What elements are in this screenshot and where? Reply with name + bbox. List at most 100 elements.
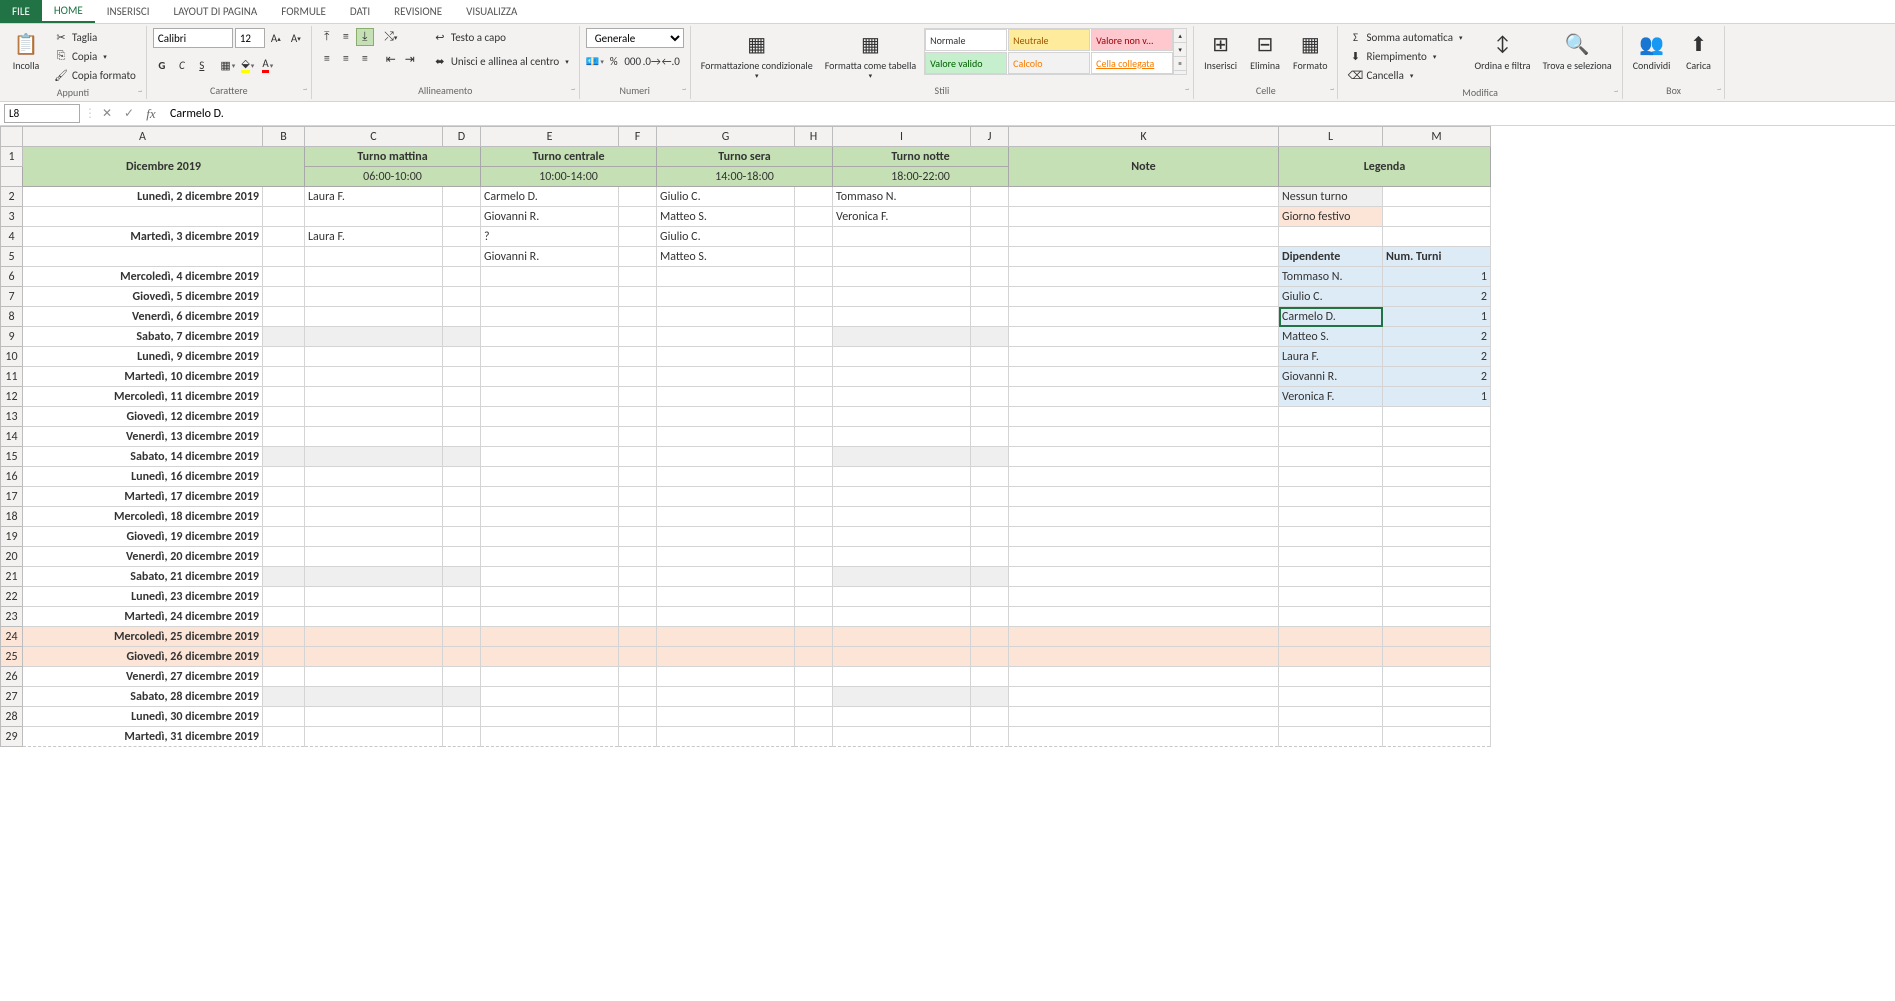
date-cell[interactable]: Martedì, 31 dicembre 2019 xyxy=(23,727,263,747)
legend-cell[interactable] xyxy=(1279,467,1383,487)
legend-cell[interactable] xyxy=(1383,447,1491,467)
cell[interactable] xyxy=(305,547,443,567)
cell[interactable] xyxy=(971,667,1009,687)
date-cell[interactable]: Lunedì, 2 dicembre 2019 xyxy=(23,187,263,207)
cell[interactable] xyxy=(657,307,795,327)
select-all-corner[interactable] xyxy=(1,127,23,147)
cell[interactable] xyxy=(1009,567,1279,587)
cell[interactable] xyxy=(263,347,305,367)
tab-insert[interactable]: INSERISCI xyxy=(95,0,162,23)
upload-button[interactable]: ⬆Carica xyxy=(1678,28,1718,73)
table-row[interactable]: 10Lunedì, 9 dicembre 2019Laura F.2 xyxy=(1,347,1491,367)
style-normale[interactable]: Normale xyxy=(925,29,1007,51)
cell[interactable] xyxy=(263,567,305,587)
legend-cell[interactable] xyxy=(1279,687,1383,707)
tab-home[interactable]: HOME xyxy=(42,0,95,23)
date-cell[interactable] xyxy=(23,207,263,227)
cell[interactable] xyxy=(305,687,443,707)
legend-cell[interactable]: 2 xyxy=(1383,367,1491,387)
cell[interactable] xyxy=(619,387,657,407)
cell[interactable] xyxy=(619,207,657,227)
increase-font-button[interactable]: A▴ xyxy=(267,29,285,47)
column-headers[interactable]: A B C D E F G H I J K L M xyxy=(1,127,1491,147)
cell[interactable] xyxy=(443,647,481,667)
cell[interactable] xyxy=(971,287,1009,307)
table-row[interactable]: 17Martedì, 17 dicembre 2019 xyxy=(1,487,1491,507)
cell[interactable] xyxy=(795,507,833,527)
table-row[interactable]: 16Lunedì, 16 dicembre 2019 xyxy=(1,467,1491,487)
legend-cell[interactable]: 2 xyxy=(1383,287,1491,307)
cell[interactable] xyxy=(305,727,443,747)
cell[interactable] xyxy=(657,547,795,567)
cell[interactable] xyxy=(657,267,795,287)
cell[interactable] xyxy=(833,567,971,587)
cell[interactable] xyxy=(1009,247,1279,267)
conditional-format-button[interactable]: ▦ Formattazione condizionale▾ xyxy=(697,28,817,82)
cell[interactable] xyxy=(795,667,833,687)
cell[interactable] xyxy=(1009,327,1279,347)
fill-button[interactable]: ⬇Riempimento▾ xyxy=(1344,47,1466,65)
cell[interactable] xyxy=(619,327,657,347)
cell[interactable] xyxy=(795,347,833,367)
cell[interactable] xyxy=(443,447,481,467)
align-left-button[interactable]: ≡ xyxy=(318,50,336,68)
cell[interactable] xyxy=(263,507,305,527)
cell[interactable] xyxy=(657,647,795,667)
cell[interactable] xyxy=(263,327,305,347)
cell[interactable] xyxy=(971,447,1009,467)
table-row[interactable]: 9Sabato, 7 dicembre 2019Matteo S.2 xyxy=(1,327,1491,347)
cell[interactable] xyxy=(833,347,971,367)
legend-cell[interactable] xyxy=(1383,687,1491,707)
comma-format-button[interactable]: 000 xyxy=(624,52,642,70)
legend-cell[interactable]: Carmelo D. xyxy=(1279,307,1383,327)
cell[interactable] xyxy=(263,527,305,547)
cell[interactable] xyxy=(263,207,305,227)
fill-color-button[interactable]: ⬙ xyxy=(239,56,257,74)
date-cell[interactable]: Lunedì, 23 dicembre 2019 xyxy=(23,587,263,607)
col-header-D[interactable]: D xyxy=(443,127,481,147)
cell[interactable] xyxy=(971,607,1009,627)
row-header[interactable]: 8 xyxy=(1,307,23,327)
cell[interactable] xyxy=(305,307,443,327)
cell[interactable] xyxy=(305,487,443,507)
cell[interactable] xyxy=(619,187,657,207)
tab-formulas[interactable]: FORMULE xyxy=(269,0,338,23)
cell[interactable] xyxy=(657,467,795,487)
cell[interactable]: Giovanni R. xyxy=(481,207,619,227)
legend-cell[interactable]: Matteo S. xyxy=(1279,327,1383,347)
legend-cell[interactable]: 1 xyxy=(1383,387,1491,407)
cell[interactable]: Tommaso N. xyxy=(833,187,971,207)
cell[interactable] xyxy=(619,227,657,247)
table-row[interactable]: 22Lunedì, 23 dicembre 2019 xyxy=(1,587,1491,607)
cell[interactable] xyxy=(481,727,619,747)
cancel-formula-button[interactable]: ✕ xyxy=(96,104,118,124)
cell[interactable] xyxy=(619,687,657,707)
cell[interactable] xyxy=(1009,727,1279,747)
legend-cell[interactable] xyxy=(1383,627,1491,647)
cell[interactable] xyxy=(443,707,481,727)
cell[interactable] xyxy=(619,447,657,467)
legend-cell[interactable] xyxy=(1383,667,1491,687)
cell[interactable] xyxy=(971,227,1009,247)
date-cell[interactable]: Sabato, 21 dicembre 2019 xyxy=(23,567,263,587)
cell[interactable]: Laura F. xyxy=(305,227,443,247)
cell[interactable] xyxy=(795,267,833,287)
cell[interactable] xyxy=(1009,407,1279,427)
cell[interactable] xyxy=(481,447,619,467)
cell[interactable] xyxy=(971,187,1009,207)
cell[interactable] xyxy=(971,387,1009,407)
date-cell[interactable]: Martedì, 24 dicembre 2019 xyxy=(23,607,263,627)
cell[interactable] xyxy=(481,427,619,447)
font-size-select[interactable] xyxy=(235,28,265,48)
cell[interactable] xyxy=(619,507,657,527)
cell[interactable] xyxy=(481,387,619,407)
cell[interactable] xyxy=(619,367,657,387)
cell[interactable] xyxy=(795,587,833,607)
cell[interactable] xyxy=(833,267,971,287)
row-header[interactable]: 4 xyxy=(1,227,23,247)
cell[interactable] xyxy=(657,727,795,747)
align-top-button[interactable]: ⤒ xyxy=(318,28,336,46)
cell[interactable] xyxy=(619,527,657,547)
cell[interactable] xyxy=(795,407,833,427)
cell[interactable] xyxy=(657,487,795,507)
